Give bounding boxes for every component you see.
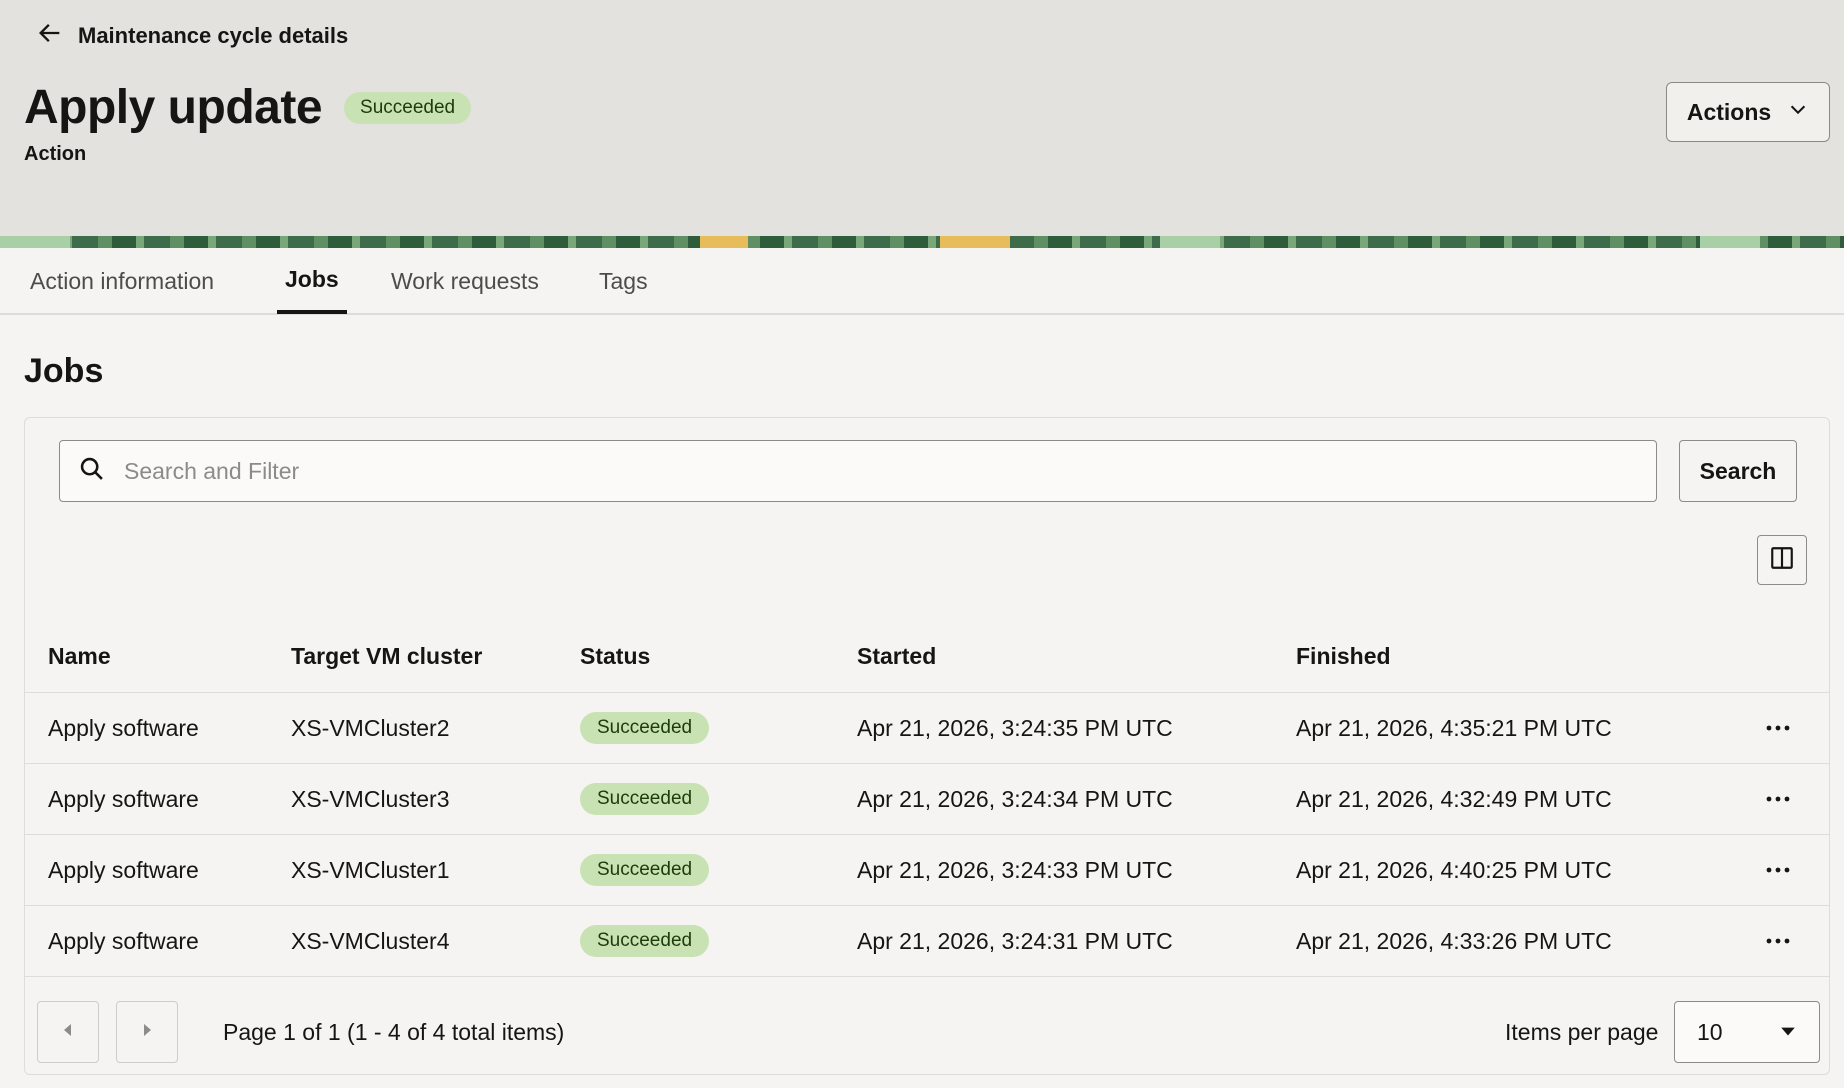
- job-started: Apr 21, 2026, 3:24:35 PM UTC: [857, 714, 1173, 741]
- back-link-label: Maintenance cycle details: [78, 23, 349, 48]
- title-row: Apply update Succeeded: [24, 80, 472, 135]
- job-finished: Apr 21, 2026, 4:33:26 PM UTC: [1296, 927, 1612, 954]
- search-box: [59, 440, 1657, 502]
- job-target-cluster: XS-VMCluster1: [291, 856, 450, 883]
- job-name[interactable]: Apply software: [48, 764, 199, 834]
- status-badge: Succeeded: [344, 91, 472, 124]
- table-header: Name Target VM cluster Status Started Fi…: [25, 621, 1829, 693]
- search-button[interactable]: Search: [1679, 440, 1797, 502]
- more-horizontal-icon[interactable]: [1763, 855, 1793, 885]
- row-actions-cell: [1763, 693, 1793, 763]
- column-header-name[interactable]: Name: [48, 621, 111, 692]
- job-status-cell: Succeeded: [580, 693, 710, 763]
- arrow-left-icon: [36, 19, 64, 53]
- table-row: Apply software XS-VMCluster2 Succeeded A…: [25, 693, 1829, 764]
- back-link[interactable]: Maintenance cycle details: [36, 20, 348, 52]
- job-finished: Apr 21, 2026, 4:32:49 PM UTC: [1296, 785, 1612, 812]
- items-per-page-label: Items per page: [1505, 1018, 1659, 1045]
- column-header-target-vm-cluster[interactable]: Target VM cluster: [291, 621, 482, 692]
- more-horizontal-icon[interactable]: [1763, 713, 1793, 743]
- job-name[interactable]: Apply software: [48, 693, 199, 763]
- banner-decoration: [700, 236, 748, 248]
- chevron-down-icon: [1787, 98, 1809, 126]
- search-icon: [60, 455, 106, 488]
- items-per-page-value: 10: [1697, 1018, 1723, 1045]
- more-horizontal-icon[interactable]: [1763, 926, 1793, 956]
- page-subtitle: Action: [24, 143, 87, 165]
- banner-decoration: [940, 236, 1010, 248]
- job-target-cluster: XS-VMCluster3: [291, 785, 450, 812]
- job-target-cluster: XS-VMCluster2: [291, 714, 450, 741]
- tab-action-information[interactable]: Action information: [22, 248, 222, 314]
- tab-tags[interactable]: Tags: [591, 248, 656, 314]
- caret-left-icon: [60, 1022, 76, 1043]
- job-finished: Apr 21, 2026, 4:40:25 PM UTC: [1296, 856, 1612, 883]
- columns-button[interactable]: [1757, 535, 1807, 585]
- previous-page-button[interactable]: [37, 1001, 99, 1063]
- table-row: Apply software XS-VMCluster3 Succeeded A…: [25, 764, 1829, 835]
- page-header: Maintenance cycle details Apply update S…: [0, 0, 1844, 236]
- pagination-info: Page 1 of 1 (1 - 4 of 4 total items): [223, 1018, 565, 1045]
- column-header-finished[interactable]: Finished: [1296, 621, 1391, 692]
- section-title: Jobs: [24, 352, 104, 390]
- row-actions-cell: [1763, 764, 1793, 834]
- columns-icon: [1769, 545, 1795, 576]
- items-per-page-select[interactable]: 10: [1674, 1001, 1820, 1063]
- actions-button-label: Actions: [1686, 98, 1772, 125]
- actions-button[interactable]: Actions: [1666, 82, 1830, 142]
- column-header-status[interactable]: Status: [580, 621, 650, 692]
- banner-decoration: [1160, 236, 1220, 248]
- status-badge: Succeeded: [580, 783, 710, 815]
- job-name[interactable]: Apply software: [48, 835, 199, 905]
- job-started: Apr 21, 2026, 3:24:33 PM UTC: [857, 856, 1173, 883]
- job-status-cell: Succeeded: [580, 835, 710, 905]
- jobs-table: Name Target VM cluster Status Started Fi…: [25, 621, 1829, 977]
- column-header-started[interactable]: Started: [857, 621, 936, 692]
- job-status-cell: Succeeded: [580, 906, 710, 976]
- tab-work-requests[interactable]: Work requests: [383, 248, 547, 314]
- page-title: Apply update: [24, 81, 323, 134]
- search-input[interactable]: [122, 456, 1626, 486]
- job-finished: Apr 21, 2026, 4:35:21 PM UTC: [1296, 714, 1612, 741]
- jobs-panel: Search Name Target VM cluster Status Sta…: [24, 417, 1830, 1075]
- tab-bar: Action information Jobs Work requests Ta…: [0, 248, 1844, 315]
- banner-decoration: [1700, 236, 1760, 248]
- caret-down-icon: [1779, 1019, 1797, 1046]
- status-badge: Succeeded: [580, 712, 710, 744]
- next-page-button[interactable]: [116, 1001, 178, 1063]
- row-actions-cell: [1763, 835, 1793, 905]
- more-horizontal-icon[interactable]: [1763, 784, 1793, 814]
- status-badge: Succeeded: [580, 854, 710, 886]
- status-badge: Succeeded: [580, 925, 710, 957]
- decorative-banner: [0, 236, 1844, 248]
- tab-jobs[interactable]: Jobs: [277, 248, 347, 314]
- job-name[interactable]: Apply software: [48, 906, 199, 976]
- job-target-cluster: XS-VMCluster4: [291, 927, 450, 954]
- banner-decoration: [0, 236, 70, 248]
- caret-right-icon: [139, 1022, 155, 1043]
- job-started: Apr 21, 2026, 3:24:31 PM UTC: [857, 927, 1173, 954]
- row-actions-cell: [1763, 906, 1793, 976]
- job-started: Apr 21, 2026, 3:24:34 PM UTC: [857, 785, 1173, 812]
- table-row: Apply software XS-VMCluster1 Succeeded A…: [25, 835, 1829, 906]
- table-row: Apply software XS-VMCluster4 Succeeded A…: [25, 906, 1829, 977]
- job-status-cell: Succeeded: [580, 764, 710, 834]
